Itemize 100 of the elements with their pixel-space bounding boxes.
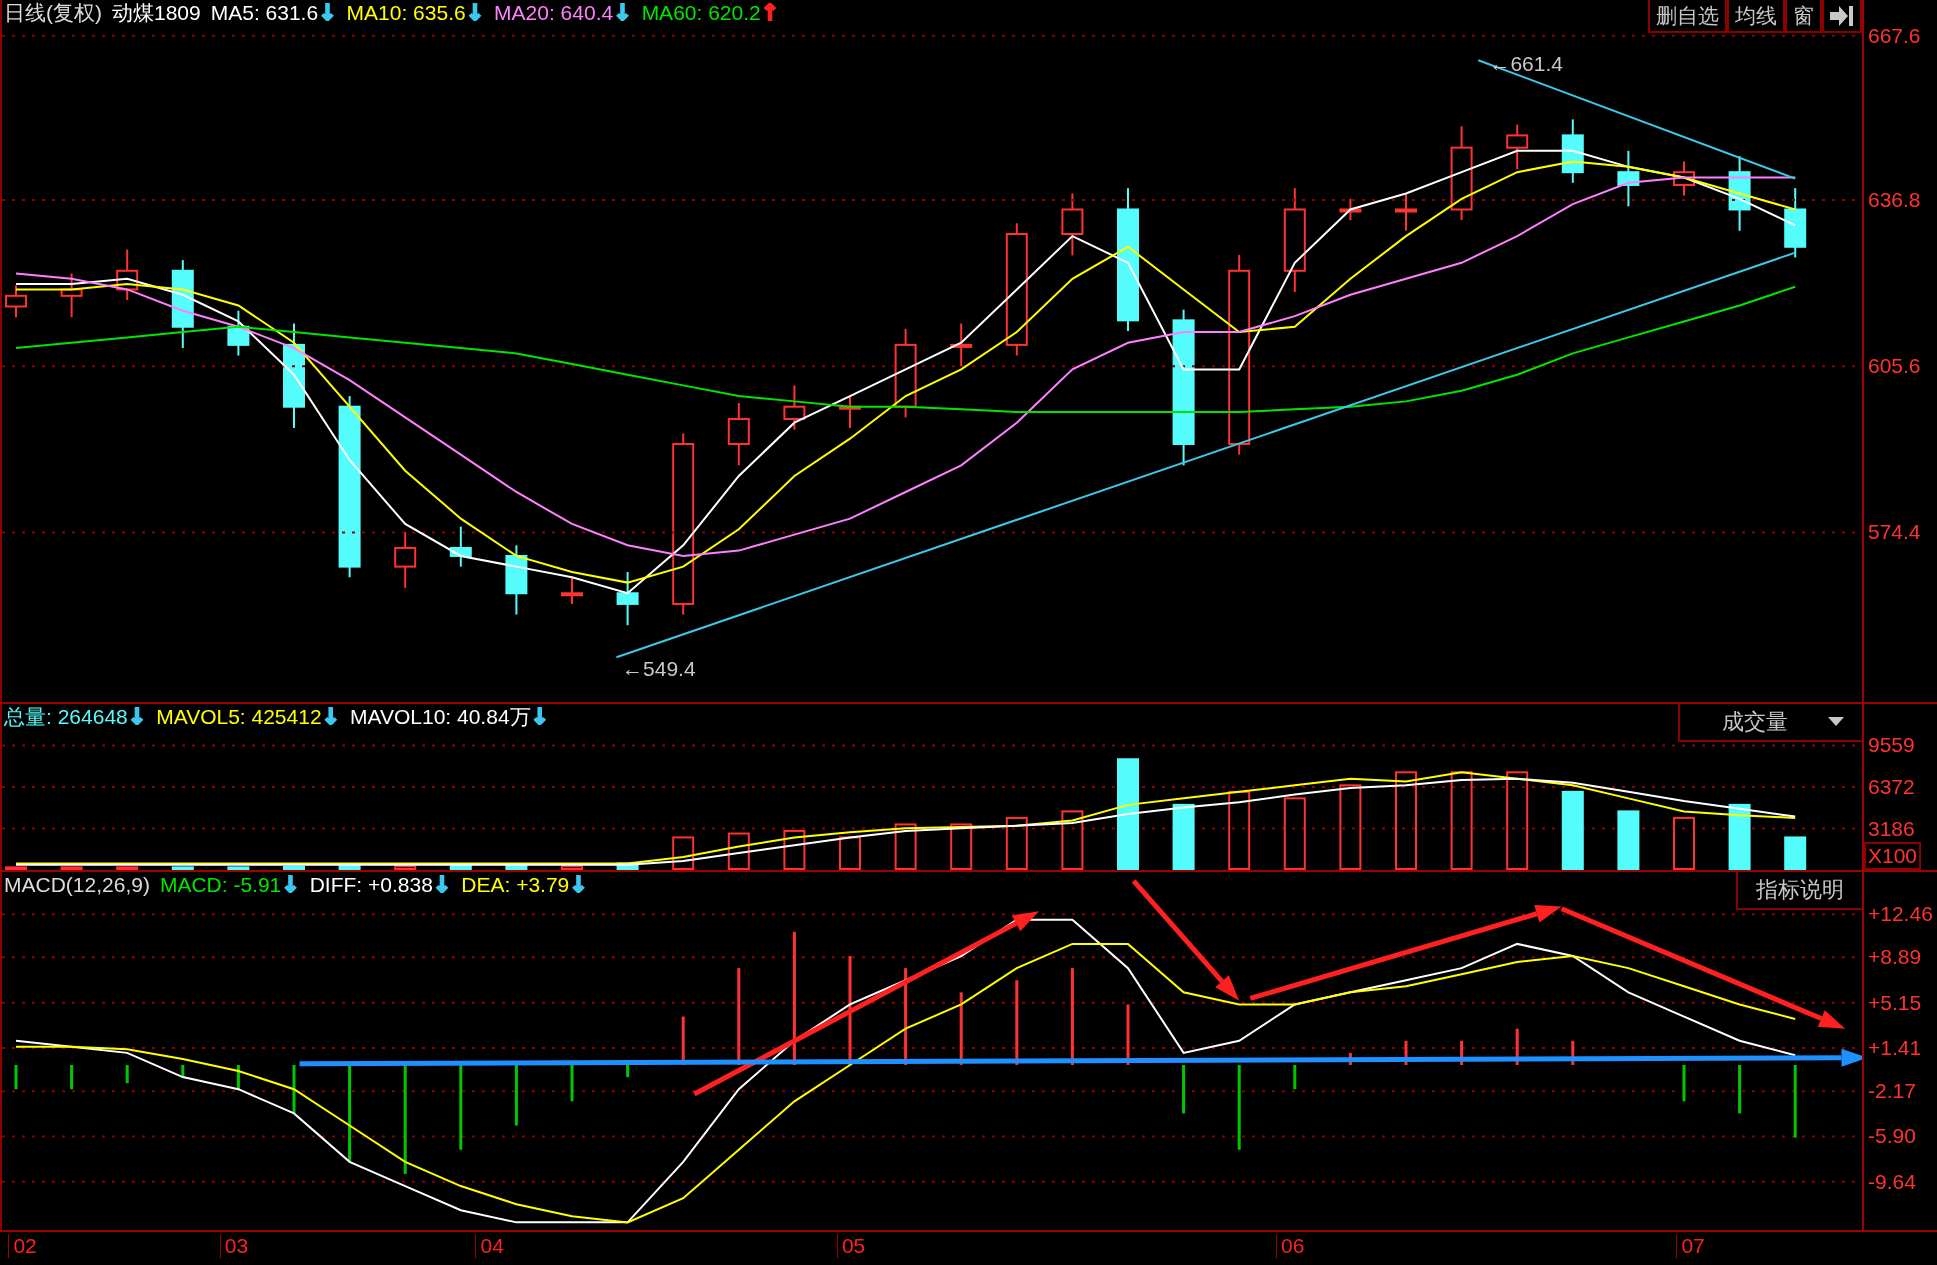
- candlestick: [227, 309, 250, 357]
- macd-bar: [1515, 1028, 1519, 1065]
- indicator-value: DIFF: +0.838↓: [309, 872, 452, 898]
- axis-label: -9.64: [1868, 1169, 1916, 1194]
- price-label: ←549.4: [622, 656, 696, 680]
- indicator-value: MA5: 631.6↓: [210, 0, 337, 26]
- volume-bar: [283, 865, 305, 870]
- candlestick: [60, 272, 83, 319]
- candlestick: [394, 530, 417, 589]
- indicator-dropdown[interactable]: 成交量: [1678, 704, 1862, 742]
- macd-bar: [1348, 1052, 1352, 1065]
- candlestick: [505, 544, 528, 616]
- candlestick: [1339, 197, 1362, 222]
- volume-bar: [1617, 810, 1640, 870]
- date-label: 02: [8, 1234, 37, 1258]
- volume-bar: [672, 836, 695, 870]
- volume-bar: [894, 823, 917, 870]
- axis-label: +12.46: [1868, 902, 1933, 927]
- macd-bar: [1293, 1065, 1297, 1090]
- volume-bar: [561, 865, 583, 870]
- volume-bar: [1784, 836, 1807, 870]
- axis-label: 574.4: [1868, 520, 1921, 545]
- candlestick: [727, 401, 750, 467]
- candlestick: [839, 395, 861, 429]
- volume-bar: [60, 866, 83, 870]
- candlestick: [449, 525, 472, 568]
- candlestick: [1061, 192, 1084, 257]
- volume-bar: [5, 866, 27, 870]
- axis-label: 667.6: [1868, 23, 1921, 48]
- indicator-value: DEA: +3.79↓: [461, 872, 588, 898]
- date-label: 05: [836, 1234, 866, 1258]
- candlestick: [1673, 160, 1695, 197]
- macd-bar: [236, 1065, 240, 1090]
- macd-bar: [14, 1065, 18, 1090]
- symbol-name: 动煤1809: [112, 0, 201, 26]
- axis-label: +8.89: [1868, 945, 1922, 970]
- volume-bar: [1172, 803, 1195, 870]
- candlestick: [1617, 149, 1640, 208]
- volume-bar: [1673, 816, 1695, 870]
- volume-bar: [783, 829, 806, 870]
- volume-bar: [394, 865, 417, 870]
- macd-bar: [1460, 1040, 1464, 1065]
- indicator-value: MA10: 635.6↓: [346, 0, 485, 26]
- indicator-value: MAVOL5: 425412↓: [156, 704, 340, 730]
- macd-bar: [1182, 1065, 1186, 1114]
- macd-bar: [181, 1065, 185, 1078]
- volume-bar: [171, 866, 194, 870]
- macd-bar: [626, 1065, 630, 1078]
- candlestick: [5, 284, 27, 319]
- candlestick: [116, 248, 139, 302]
- axis-label: 3186: [1868, 816, 1915, 841]
- macd-bar: [570, 1065, 574, 1102]
- axis-label: +5.15: [1868, 990, 1922, 1015]
- volume-bar: [1005, 816, 1028, 870]
- axis-label: 636.8: [1868, 187, 1921, 212]
- macd-bar: [1404, 1040, 1408, 1065]
- date-label: 07: [1676, 1234, 1705, 1258]
- candlestick: [616, 570, 639, 627]
- volume-bar: [727, 832, 750, 870]
- volume-bar: [616, 862, 639, 870]
- indicator-value: MAVOL10: 40.84万↓: [350, 704, 549, 730]
- macd-bar: [1682, 1065, 1686, 1102]
- candlestick: [783, 384, 806, 431]
- macd-bar: [125, 1065, 129, 1084]
- axis-label: -2.17: [1868, 1079, 1916, 1104]
- date-label: 04: [475, 1234, 504, 1258]
- price-label: ←661.4: [1489, 51, 1563, 75]
- volume-bar: [1728, 803, 1751, 870]
- candlestick: [950, 322, 973, 368]
- axis-label: -5.90: [1868, 1124, 1916, 1149]
- indicator-name: MACD(12,26,9): [4, 872, 150, 898]
- toolbar-button[interactable]: 窗: [1785, 0, 1822, 33]
- volume-bar: [505, 864, 528, 870]
- macd-bar: [70, 1065, 74, 1090]
- candlestick: [1561, 118, 1584, 184]
- chart-period: 日线(复权): [4, 0, 102, 26]
- date-label: 03: [219, 1234, 249, 1258]
- macd-bar: [292, 1065, 296, 1114]
- macd-bar: [1571, 1040, 1575, 1065]
- candlestick: [1506, 123, 1529, 170]
- candlestick: [561, 576, 583, 605]
- toolbar-button[interactable]: 均线: [1727, 0, 1785, 33]
- axis-label: 6372: [1868, 775, 1915, 799]
- axis-label: 605.6: [1868, 354, 1921, 379]
- indicator-value: MA60: 620.2↑: [641, 0, 780, 26]
- volume-bar: [1061, 810, 1084, 870]
- volume-bar: [839, 836, 861, 870]
- volume-bar: [338, 865, 361, 870]
- exit-button[interactable]: [1822, 0, 1862, 33]
- volume-bar: [227, 866, 250, 870]
- macd-bar: [514, 1065, 518, 1126]
- toolbar-button[interactable]: 删自选: [1648, 0, 1727, 33]
- arrow-to-bar-icon: [1830, 4, 1854, 27]
- volume-bar: [449, 865, 472, 870]
- volume-bar: [116, 866, 139, 870]
- unit-label: X100: [1864, 842, 1922, 870]
- candlestick: [1784, 187, 1807, 259]
- indicator-value: MA20: 640.4↓: [494, 0, 632, 26]
- axis-label: 9559: [1868, 733, 1915, 758]
- indicator-help-button[interactable]: 指标说明: [1736, 872, 1862, 910]
